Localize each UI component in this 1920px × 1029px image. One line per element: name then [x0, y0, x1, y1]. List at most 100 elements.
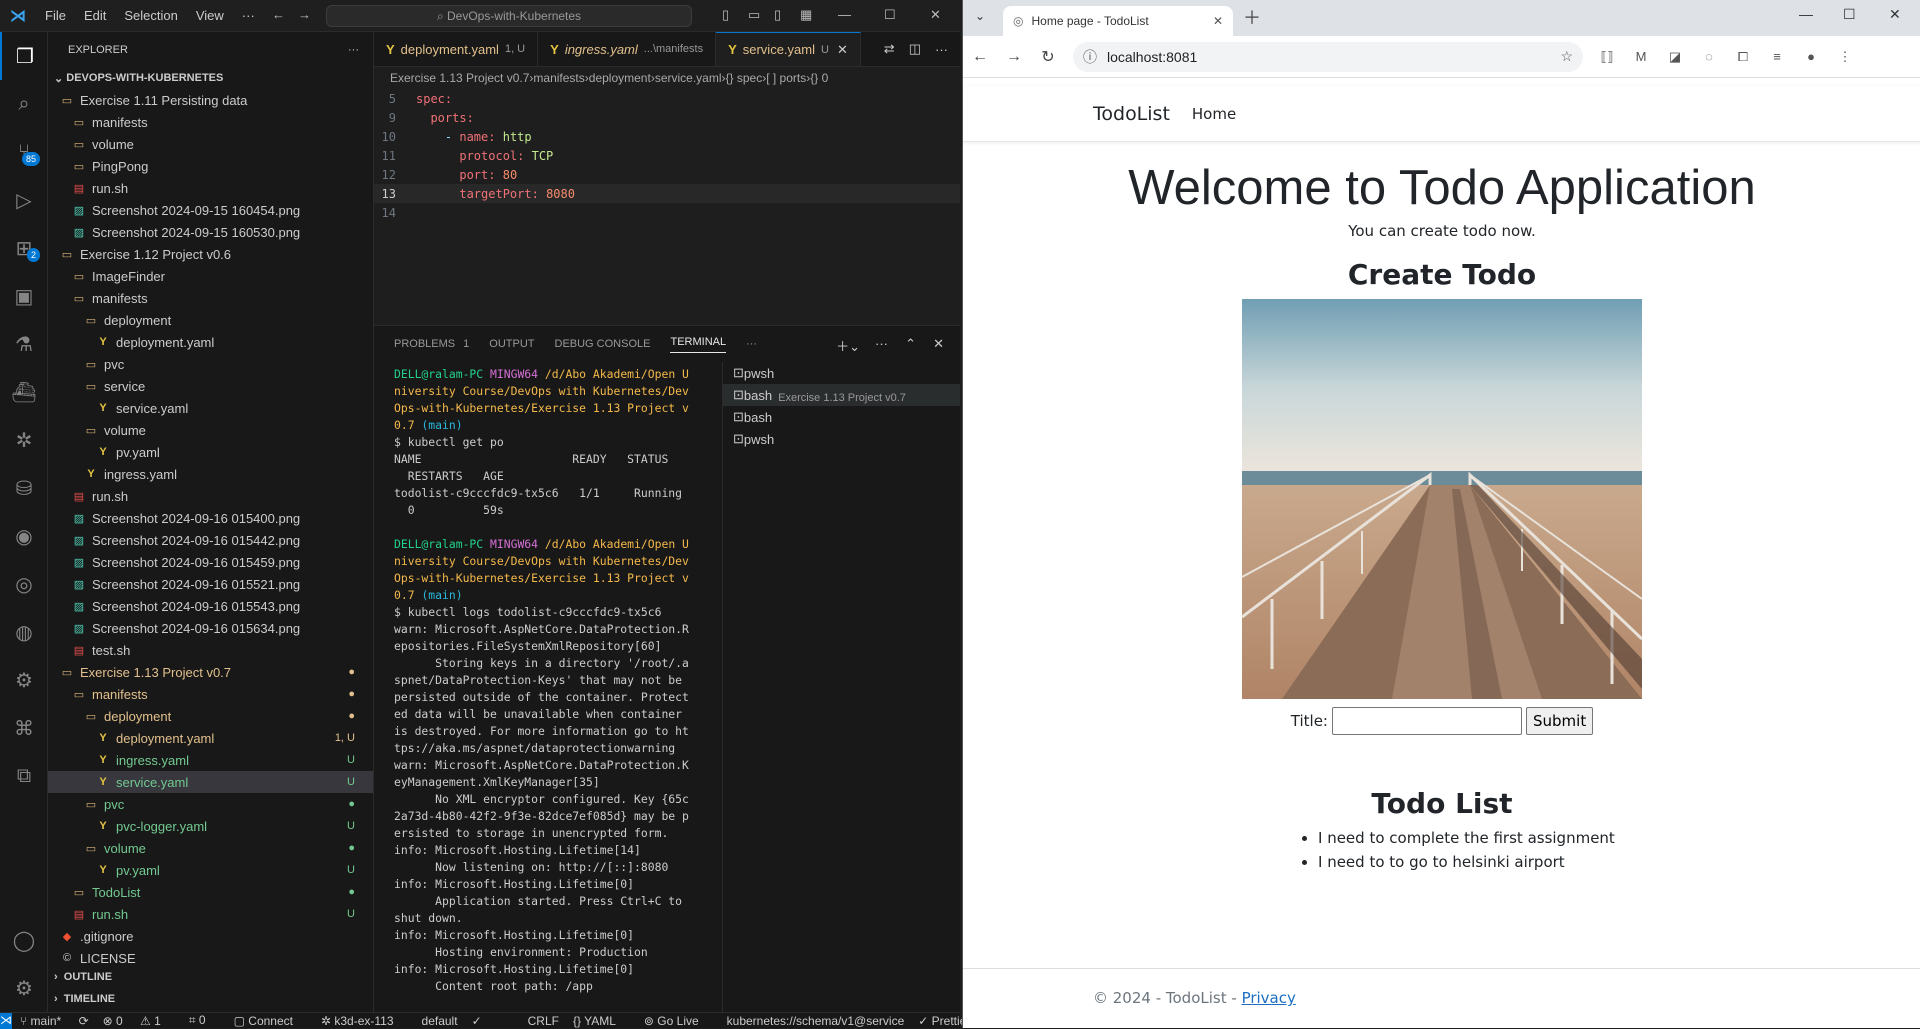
panel-tab[interactable]: TERMINAL	[670, 336, 727, 353]
close-icon[interactable]: ✕	[930, 7, 941, 23]
toggle-panel-icon[interactable]: ▭	[748, 7, 760, 23]
tree-item[interactable]: ▭ volume	[48, 419, 373, 441]
tree-item[interactable]: ▤ test.sh	[48, 639, 373, 661]
tree-item[interactable]: ▨ Screenshot 2024-09-16 015521.png	[48, 573, 373, 595]
cluster-item[interactable]: ✲ k3d-ex-113	[321, 1014, 408, 1028]
tree-item[interactable]: Ypvc-logger.yaml U	[48, 815, 373, 837]
tree-item[interactable]: Ydeployment.yaml	[48, 331, 373, 353]
tree-item[interactable]: ▤ run.sh	[48, 485, 373, 507]
browser-tab[interactable]: ◎ Home page - TodoList ✕	[1003, 6, 1233, 36]
breadcrumb-item[interactable]: {} 0	[810, 71, 828, 85]
open-changes-icon[interactable]: ⇄	[884, 41, 895, 57]
breadcrumb-item[interactable]: deployment	[589, 71, 651, 85]
toggle-sidebar-icon[interactable]: ▯	[722, 7, 729, 23]
golive-item[interactable]: ⊚ Go Live	[644, 1014, 713, 1028]
menu-edit[interactable]: Edit	[75, 8, 115, 23]
terminal-instance[interactable]: ⊡ pwsh	[723, 362, 960, 384]
tree-item[interactable]: ▭ manifests ●	[48, 683, 373, 705]
breadcrumb-item[interactable]: service.yaml	[655, 71, 722, 85]
breadcrumb-item[interactable]: [ ] ports	[766, 71, 806, 85]
menu-selection[interactable]: Selection	[115, 8, 186, 23]
profile-avatar-icon[interactable]: ●	[1801, 49, 1821, 64]
bookmark-star-icon[interactable]: ☆	[1560, 48, 1573, 65]
address-bar[interactable]: ⓘ localhost:8081 ☆	[1073, 41, 1583, 72]
media-controls-icon[interactable]: ≡	[1767, 49, 1787, 64]
tree-item[interactable]: ▤ run.sh U	[48, 903, 373, 925]
copilot-icon[interactable]: ◍	[0, 608, 48, 656]
tree-item[interactable]: ▭ service	[48, 375, 373, 397]
editor-tab[interactable]: Yservice.yaml U ✕	[716, 32, 861, 66]
tree-item[interactable]: Ypv.yaml	[48, 441, 373, 463]
run-debug-icon[interactable]: ▷	[0, 176, 48, 224]
reload-icon[interactable]: ↻	[1031, 47, 1065, 67]
tree-item[interactable]: ▭ pvc	[48, 353, 373, 375]
testing-icon[interactable]: ⚗	[0, 320, 48, 368]
tree-item[interactable]: Ypv.yaml U	[48, 859, 373, 881]
nav-home-link[interactable]: Home	[1192, 105, 1236, 123]
gitlens-icon[interactable]: ◎	[0, 560, 48, 608]
tree-item[interactable]: Yingress.yaml	[48, 463, 373, 485]
terminal-output[interactable]: DELL@ralam-PC MINGW64 /d/Abo Akademi/Ope…	[374, 362, 722, 1013]
tree-item[interactable]: ▭ volume ●	[48, 837, 373, 859]
breadcrumb-item[interactable]: Exercise 1.13 Project v0.7	[390, 71, 529, 85]
tree-item[interactable]: ▭ manifests	[48, 287, 373, 309]
workspace-root[interactable]: ⌄ DEVOPS-WITH-KUBERNETES	[48, 67, 373, 89]
tree-item[interactable]: ▭ TodoList ●	[48, 881, 373, 903]
extensions-icon[interactable]: ⊞ 2	[0, 224, 48, 272]
breadcrumb-item[interactable]: {} spec	[726, 71, 763, 85]
remote-icon[interactable]: ⋊	[0, 1012, 12, 1029]
forward-arrow-icon[interactable]: →	[298, 7, 311, 22]
breadcrumb-item[interactable]: manifests	[533, 71, 584, 85]
schema-item[interactable]: kubernetes://schema/v1@service	[727, 1014, 905, 1028]
branch-indicator[interactable]: ⑂ main* ⟳	[20, 1014, 89, 1028]
tree-item[interactable]: ▨ Screenshot 2024-09-16 015442.png	[48, 529, 373, 551]
explorer-more-icon[interactable]: ···	[348, 44, 359, 56]
title-input[interactable]	[1331, 707, 1522, 735]
database-icon[interactable]: ⛁	[0, 464, 48, 512]
connect-item[interactable]: ▢ Connect	[234, 1014, 307, 1028]
new-tab-icon[interactable]: ＋	[1243, 4, 1261, 30]
command-center[interactable]: ⌕ DevOps-with-Kubernetes	[326, 5, 692, 27]
close-panel-icon[interactable]: ✕	[933, 336, 944, 352]
tree-item[interactable]: ▭ manifests	[48, 111, 373, 133]
docker-icon[interactable]: ⛴	[0, 368, 48, 416]
maximize-icon[interactable]: ☐	[1843, 6, 1856, 23]
maximize-panel-icon[interactable]: ⌃	[905, 336, 916, 352]
tree-item[interactable]: ▭ Exercise 1.12 Project v0.6	[48, 243, 373, 265]
tree-item[interactable]: ▨ Screenshot 2024-09-16 015634.png	[48, 617, 373, 639]
namespace-item[interactable]: default	[422, 1014, 458, 1028]
panel-overflow-icon[interactable]: ···	[746, 338, 757, 350]
extensions-puzzle-icon[interactable]: ⧠	[1733, 49, 1753, 65]
containers-icon[interactable]: ⧉	[0, 752, 48, 800]
tree-item[interactable]: ▭ Exercise 1.13 Project v0.7 ●	[48, 661, 373, 683]
tree-item[interactable]: ▭ pvc ●	[48, 793, 373, 815]
source-control-icon[interactable]: ⑂ 85	[0, 128, 48, 176]
tree-item[interactable]: ▤ run.sh	[48, 177, 373, 199]
extension-compass-icon[interactable]: ◌	[1699, 49, 1719, 64]
editor-tab[interactable]: Ydeployment.yaml 1, U	[374, 32, 539, 66]
tree-item[interactable]: ▨ Screenshot 2024-09-15 160454.png	[48, 199, 373, 221]
tree-item[interactable]: ▨ Screenshot 2024-09-16 015400.png	[48, 507, 373, 529]
outline-section[interactable]: › OUTLINE	[48, 966, 112, 988]
tree-item[interactable]: ◆ .gitignore	[48, 925, 373, 947]
forward-arrow-icon[interactable]: →	[997, 48, 1031, 66]
panel-tab[interactable]: OUTPUT	[489, 338, 534, 350]
tree-item[interactable]: Ydeployment.yaml 1, U	[48, 727, 373, 749]
ports-indicator[interactable]: ⌗ 0	[189, 1013, 220, 1028]
problems-indicator[interactable]: ⊗ 0 ⚠ 1	[103, 1014, 175, 1028]
eol-item[interactable]: CRLF	[528, 1014, 559, 1028]
menu-more[interactable]: ···	[233, 8, 264, 23]
terminal-instance[interactable]: ⊡ bash Exercise 1.13 Project v0.7	[723, 384, 960, 406]
split-editor-icon[interactable]: ◫	[909, 41, 921, 57]
tab-search-icon[interactable]: ⌄	[975, 9, 985, 23]
tree-item[interactable]: Yservice.yaml	[48, 397, 373, 419]
panel-tab[interactable]: PROBLEMS 1	[394, 338, 469, 350]
submit-button[interactable]: Submit	[1525, 707, 1594, 735]
github-icon[interactable]: ◉	[0, 512, 48, 560]
minimize-icon[interactable]: —	[838, 7, 851, 22]
extension-icon[interactable]: ⟦⟧	[1597, 49, 1617, 65]
back-arrow-icon[interactable]: ←	[272, 7, 285, 22]
back-arrow-icon[interactable]: ←	[963, 48, 997, 66]
tree-item[interactable]: ▨ Screenshot 2024-09-15 160530.png	[48, 221, 373, 243]
editor-more-icon[interactable]: ···	[935, 42, 948, 57]
